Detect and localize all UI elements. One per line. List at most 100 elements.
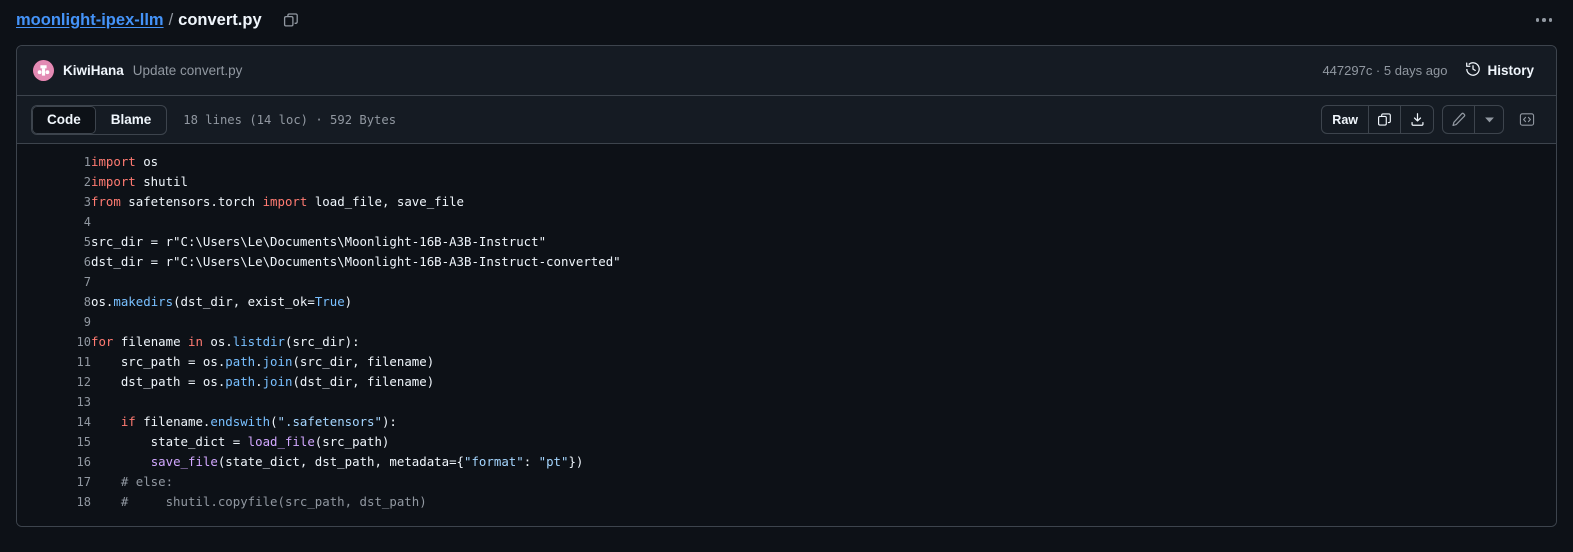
code-token: join <box>263 374 293 389</box>
edit-options-chevron-down-icon[interactable] <box>1475 106 1503 133</box>
code-token: : <box>524 454 539 469</box>
code-token: (dst_dir, exist_ok= <box>173 294 315 309</box>
line-number[interactable]: 15 <box>17 432 91 452</box>
code-token: dst_path = os. <box>91 374 225 389</box>
line-number[interactable]: 1 <box>17 152 91 172</box>
toolbar-actions: Raw <box>1321 105 1542 134</box>
history-clock-icon <box>1465 61 1481 80</box>
line-number[interactable]: 4 <box>17 212 91 232</box>
code-token: in <box>188 334 203 349</box>
line-number[interactable]: 8 <box>17 292 91 312</box>
line-content: dst_dir = r"C:\Users\Le\Documents\Moonli… <box>91 252 1556 272</box>
avatar[interactable] <box>33 60 54 81</box>
copy-raw-content-icon[interactable] <box>1369 106 1401 133</box>
file-toolbar: Code Blame 18 lines (14 loc) · 592 Bytes… <box>17 96 1556 144</box>
code-symbols-icon[interactable] <box>1512 105 1542 134</box>
edit-group <box>1442 105 1504 134</box>
raw-button[interactable]: Raw <box>1322 106 1369 133</box>
code-token: os <box>136 154 158 169</box>
code-token: endswith <box>210 414 270 429</box>
code-token: import <box>263 194 308 209</box>
line-number[interactable]: 3 <box>17 192 91 212</box>
line-number[interactable]: 13 <box>17 392 91 412</box>
commit-sha-and-time[interactable]: 447297c · 5 days ago <box>1322 63 1447 78</box>
code-line: 10for filename in os.listdir(src_dir): <box>17 332 1556 352</box>
history-label: History <box>1487 63 1534 78</box>
code-token: import <box>91 174 136 189</box>
line-number[interactable]: 7 <box>17 272 91 292</box>
code-token: (dst_dir, filename) <box>292 374 434 389</box>
line-content: import shutil <box>91 172 1556 192</box>
line-number[interactable]: 6 <box>17 252 91 272</box>
code-line: 2import shutil <box>17 172 1556 192</box>
code-token: True <box>315 294 345 309</box>
copy-path-icon[interactable] <box>278 7 304 33</box>
line-content: # shutil.copyfile(src_path, dst_path) <box>91 492 1556 512</box>
line-number[interactable]: 5 <box>17 232 91 252</box>
file-breadcrumb-header: moonlight-ipex-llm / convert.py <box>0 3 1573 37</box>
code-token: (src_dir): <box>285 334 360 349</box>
line-content: import os <box>91 152 1556 172</box>
code-token: ): <box>382 414 397 429</box>
code-line: 15 state_dict = load_file(src_path) <box>17 432 1556 452</box>
breadcrumb-separator: / <box>169 11 174 30</box>
edit-file-pencil-icon[interactable] <box>1443 106 1475 133</box>
code-token: path <box>225 354 255 369</box>
kebab-dot <box>1542 18 1546 22</box>
history-button[interactable]: History <box>1459 57 1540 84</box>
more-options-button[interactable] <box>1527 4 1561 36</box>
code-token: path <box>225 374 255 389</box>
tab-code[interactable]: Code <box>32 106 96 134</box>
code-token: safetensors.torch <box>121 194 263 209</box>
code-token: filename. <box>136 414 211 429</box>
code-token: # shutil.copyfile(src_path, dst_path) <box>91 494 427 509</box>
line-content <box>91 212 1556 232</box>
line-content <box>91 272 1556 292</box>
code-token: ".safetensors" <box>278 414 382 429</box>
code-token: for <box>91 334 113 349</box>
code-content-area[interactable]: 1import os2import shutil3from safetensor… <box>17 144 1556 526</box>
line-content: os.makedirs(dst_dir, exist_ok=True) <box>91 292 1556 312</box>
code-token: }) <box>568 454 583 469</box>
code-token: # else: <box>91 474 173 489</box>
line-content: for filename in os.listdir(src_dir): <box>91 332 1556 352</box>
commit-message[interactable]: Update convert.py <box>133 63 243 78</box>
code-token: makedirs <box>113 294 173 309</box>
code-token: filename <box>113 334 188 349</box>
line-number[interactable]: 17 <box>17 472 91 492</box>
breadcrumb-file-name: convert.py <box>178 11 261 30</box>
code-token: load_file <box>248 434 315 449</box>
line-number[interactable]: 14 <box>17 412 91 432</box>
code-token: from <box>91 194 121 209</box>
tab-blame[interactable]: Blame <box>96 106 167 134</box>
code-token: src_dir = r"C:\Users\Le\Documents\Moonli… <box>91 234 546 249</box>
code-line: 8os.makedirs(dst_dir, exist_ok=True) <box>17 292 1556 312</box>
line-number[interactable]: 2 <box>17 172 91 192</box>
code-token: if <box>121 414 136 429</box>
code-token: (src_dir, filename) <box>292 354 434 369</box>
line-number[interactable]: 18 <box>17 492 91 512</box>
line-number[interactable]: 10 <box>17 332 91 352</box>
code-line: 11 src_path = os.path.join(src_dir, file… <box>17 352 1556 372</box>
code-token: src_path = os. <box>91 354 225 369</box>
code-token: . <box>255 354 262 369</box>
line-number[interactable]: 16 <box>17 452 91 472</box>
line-content <box>91 392 1556 412</box>
line-content: src_dir = r"C:\Users\Le\Documents\Moonli… <box>91 232 1556 252</box>
code-token: os. <box>91 294 113 309</box>
line-number[interactable]: 12 <box>17 372 91 392</box>
line-number[interactable]: 9 <box>17 312 91 332</box>
breadcrumb-repo-link[interactable]: moonlight-ipex-llm <box>16 11 164 30</box>
download-raw-file-icon[interactable] <box>1401 106 1433 133</box>
code-token <box>91 414 121 429</box>
code-line: 5src_dir = r"C:\Users\Le\Documents\Moonl… <box>17 232 1556 252</box>
line-content: # else: <box>91 472 1556 492</box>
commit-author-name[interactable]: KiwiHana <box>63 63 124 78</box>
code-line: 18 # shutil.copyfile(src_path, dst_path) <box>17 492 1556 512</box>
code-token: state_dict = <box>91 434 248 449</box>
line-content <box>91 312 1556 332</box>
code-line: 4 <box>17 212 1556 232</box>
line-number[interactable]: 11 <box>17 352 91 372</box>
line-content: dst_path = os.path.join(dst_dir, filenam… <box>91 372 1556 392</box>
code-token: "pt" <box>539 454 569 469</box>
